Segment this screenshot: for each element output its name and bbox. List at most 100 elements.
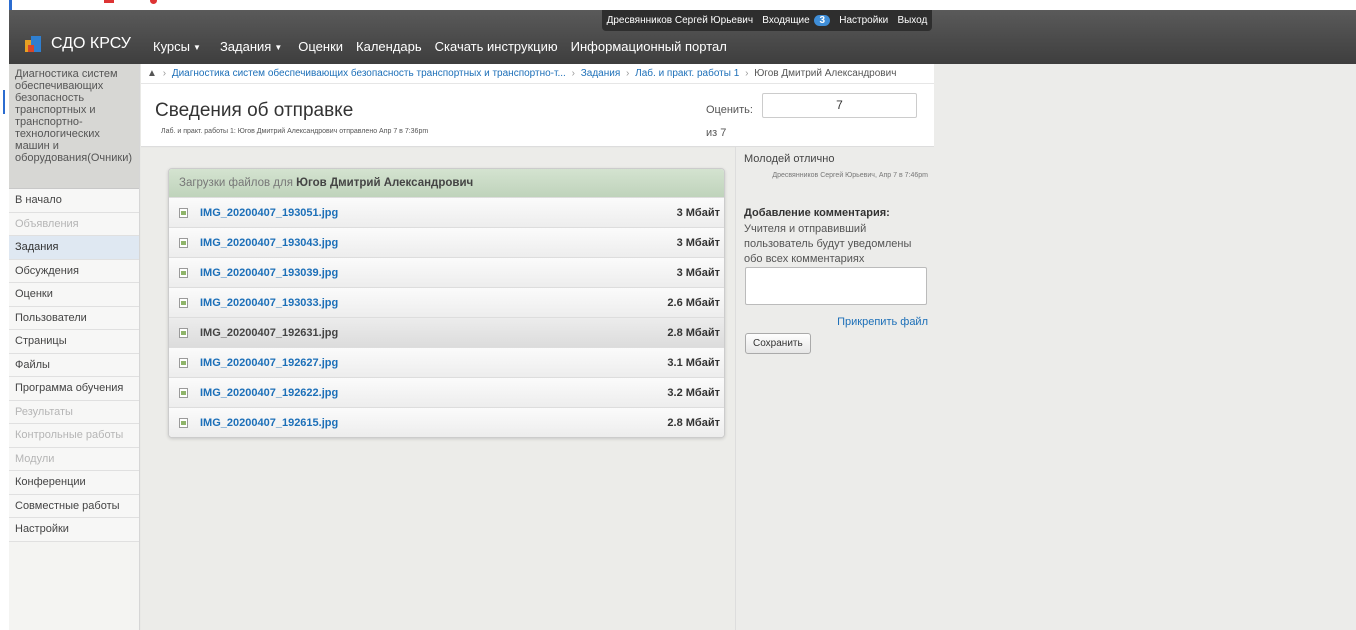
breadcrumb: ▲ › Диагностика систем обеспечивающих бе… <box>141 64 934 84</box>
comments-panel: Молодей отлично Дресвянников Сергей Юрье… <box>735 147 934 630</box>
sidebar-item-quizzes[interactable]: Контрольные работы <box>9 424 139 448</box>
sidebar-item-files[interactable]: Файлы <box>9 353 139 377</box>
sidebar-item-conferences[interactable]: Конференции <box>9 471 139 495</box>
breadcrumb-separator: › <box>571 68 575 79</box>
files-area: Загрузки файлов для Югов Дмитрий Алексан… <box>141 148 735 630</box>
inbox-count-badge: 3 <box>814 15 831 26</box>
file-link[interactable]: IMG_20200407_193051.jpg <box>200 207 677 219</box>
file-link[interactable]: IMG_20200407_192622.jpg <box>200 387 667 399</box>
course-sidebar: Диагностика систем обеспечивающих безопа… <box>9 64 140 630</box>
user-name-link[interactable]: Дресвянников Сергей Юрьевич <box>607 15 754 26</box>
file-link[interactable]: IMG_20200407_192627.jpg <box>200 357 667 369</box>
file-link[interactable]: IMG_20200407_193033.jpg <box>200 297 667 309</box>
file-row[interactable]: IMG_20200407_192627.jpg 3.1 Мбайт <box>169 347 724 377</box>
image-file-icon <box>179 327 188 338</box>
nav-assignments-label: Задания <box>219 39 272 54</box>
course-nav-list: В начало Объявления Задания Обсуждения О… <box>9 189 139 542</box>
comment-textarea[interactable] <box>745 267 927 305</box>
uploaded-files-panel: Загрузки файлов для Югов Дмитрий Алексан… <box>168 168 725 438</box>
files-header-student: Югов Дмитрий Александрович <box>296 177 474 189</box>
nav-assignments[interactable]: Задания ▼ <box>220 39 282 54</box>
breadcrumb-assignments[interactable]: Задания <box>581 68 621 79</box>
nav-grades[interactable]: Оценки <box>298 39 343 54</box>
grade-label: Оценить: <box>706 104 753 116</box>
breadcrumb-assignment[interactable]: Лаб. и практ. работы 1 <box>635 68 739 79</box>
sidebar-item-assignments[interactable]: Задания <box>9 236 139 260</box>
file-row[interactable]: IMG_20200407_192631.jpg 2.8 Мбайт <box>169 317 724 347</box>
file-link[interactable]: IMG_20200407_193039.jpg <box>200 267 677 279</box>
browser-red-icon <box>150 0 157 4</box>
file-link[interactable]: IMG_20200407_192631.jpg <box>200 327 667 339</box>
file-size: 3 Мбайт <box>676 236 720 249</box>
browser-mark <box>9 0 12 10</box>
left-window-edge <box>0 10 9 630</box>
comment-text: Молодей отлично <box>744 153 835 165</box>
comment-meta: Дресвянников Сергей Юрьевич, Апр 7 в 7:4… <box>772 172 928 179</box>
image-file-icon <box>179 417 188 428</box>
file-size: 3.1 Мбайт <box>667 356 720 369</box>
sidebar-item-collaborations[interactable]: Совместные работы <box>9 494 139 518</box>
settings-link[interactable]: Настройки <box>839 15 888 26</box>
submission-meta: Лаб. и практ. работы 1: Югов Дмитрий Але… <box>161 128 429 135</box>
file-size: 3 Мбайт <box>676 206 720 219</box>
file-link[interactable]: IMG_20200407_192615.jpg <box>200 417 667 429</box>
breadcrumb-separator: › <box>745 68 749 79</box>
sidebar-item-outcomes[interactable]: Результаты <box>9 400 139 424</box>
file-row[interactable]: IMG_20200407_193051.jpg 3 Мбайт <box>169 197 724 227</box>
attach-file-link[interactable]: Прикрепить файл <box>837 316 928 328</box>
breadcrumb-separator: › <box>626 68 630 79</box>
file-row[interactable]: IMG_20200407_192622.jpg 3.2 Мбайт <box>169 377 724 407</box>
breadcrumb-course[interactable]: Диагностика систем обеспечивающих безопа… <box>172 68 566 79</box>
inbox-link[interactable]: Входящие 3 <box>762 15 831 26</box>
add-comment-title: Добавление комментария: <box>744 207 890 219</box>
file-size: 2.6 Мбайт <box>667 296 720 309</box>
image-file-icon <box>179 207 188 218</box>
image-file-icon <box>179 357 188 368</box>
breadcrumb-separator: › <box>162 68 167 79</box>
inbox-label: Входящие <box>762 15 810 26</box>
home-icon[interactable]: ▲ <box>147 68 157 79</box>
nav-info-portal[interactable]: Информационный портал <box>571 39 727 54</box>
sidebar-item-announcements[interactable]: Объявления <box>9 212 139 236</box>
chevron-down-icon: ▼ <box>193 43 201 52</box>
site-logo[interactable]: СДО КРСУ <box>25 35 131 53</box>
file-size: 2.8 Мбайт <box>667 416 720 429</box>
save-comment-button[interactable]: Сохранить <box>745 333 811 354</box>
sidebar-item-discussions[interactable]: Обсуждения <box>9 259 139 283</box>
background-area <box>934 64 1356 630</box>
sidebar-item-grades[interactable]: Оценки <box>9 283 139 307</box>
course-title[interactable]: Диагностика систем обеспечивающих безопа… <box>9 64 139 189</box>
logo-icon <box>25 36 43 52</box>
image-file-icon <box>179 267 188 278</box>
breadcrumb-student: Югов Дмитрий Александрович <box>754 68 897 79</box>
sidebar-item-users[interactable]: Пользователи <box>9 306 139 330</box>
add-comment-note: Учителя и отправивший пользователь будут… <box>744 223 912 265</box>
sidebar-item-settings[interactable]: Настройки <box>9 518 139 542</box>
nav-courses[interactable]: Курсы ▼ <box>153 39 201 54</box>
main-nav: Курсы ▼ Задания ▼ Оценки Календарь Скачать… <box>153 39 740 54</box>
grade-input[interactable]: 7 <box>762 93 917 118</box>
nav-download-instruction[interactable]: Скачать инструкцию <box>435 39 558 54</box>
top-header: Дресвянников Сергей Юрьевич Входящие 3 Н… <box>9 10 1356 64</box>
sidebar-item-syllabus[interactable]: Программа обучения <box>9 377 139 401</box>
image-file-icon <box>179 387 188 398</box>
file-row[interactable]: IMG_20200407_193043.jpg 3 Мбайт <box>169 227 724 257</box>
sidebar-item-pages[interactable]: Страницы <box>9 330 139 354</box>
file-size: 3.2 Мбайт <box>667 386 720 399</box>
file-row[interactable]: IMG_20200407_193033.jpg 2.6 Мбайт <box>169 287 724 317</box>
image-file-icon <box>179 297 188 308</box>
sidebar-item-modules[interactable]: Модули <box>9 447 139 471</box>
user-strip: Дресвянников Сергей Юрьевич Входящие 3 Н… <box>602 10 932 31</box>
sidebar-item-home[interactable]: В начало <box>9 189 139 213</box>
files-panel-header: Загрузки файлов для Югов Дмитрий Алексан… <box>169 169 724 197</box>
files-header-prefix: Загрузки файлов для <box>179 177 293 189</box>
logout-link[interactable]: Выход <box>897 15 927 26</box>
file-row[interactable]: IMG_20200407_192615.jpg 2.8 Мбайт <box>169 407 724 437</box>
page-title: Сведения об отправке <box>155 100 354 121</box>
file-link[interactable]: IMG_20200407_193043.jpg <box>200 237 677 249</box>
nav-courses-label: Курсы <box>153 39 191 54</box>
grade-out-of: из 7 <box>706 127 727 139</box>
chevron-down-icon: ▼ <box>274 43 283 52</box>
nav-calendar[interactable]: Календарь <box>356 39 422 54</box>
file-row[interactable]: IMG_20200407_193039.jpg 3 Мбайт <box>169 257 724 287</box>
